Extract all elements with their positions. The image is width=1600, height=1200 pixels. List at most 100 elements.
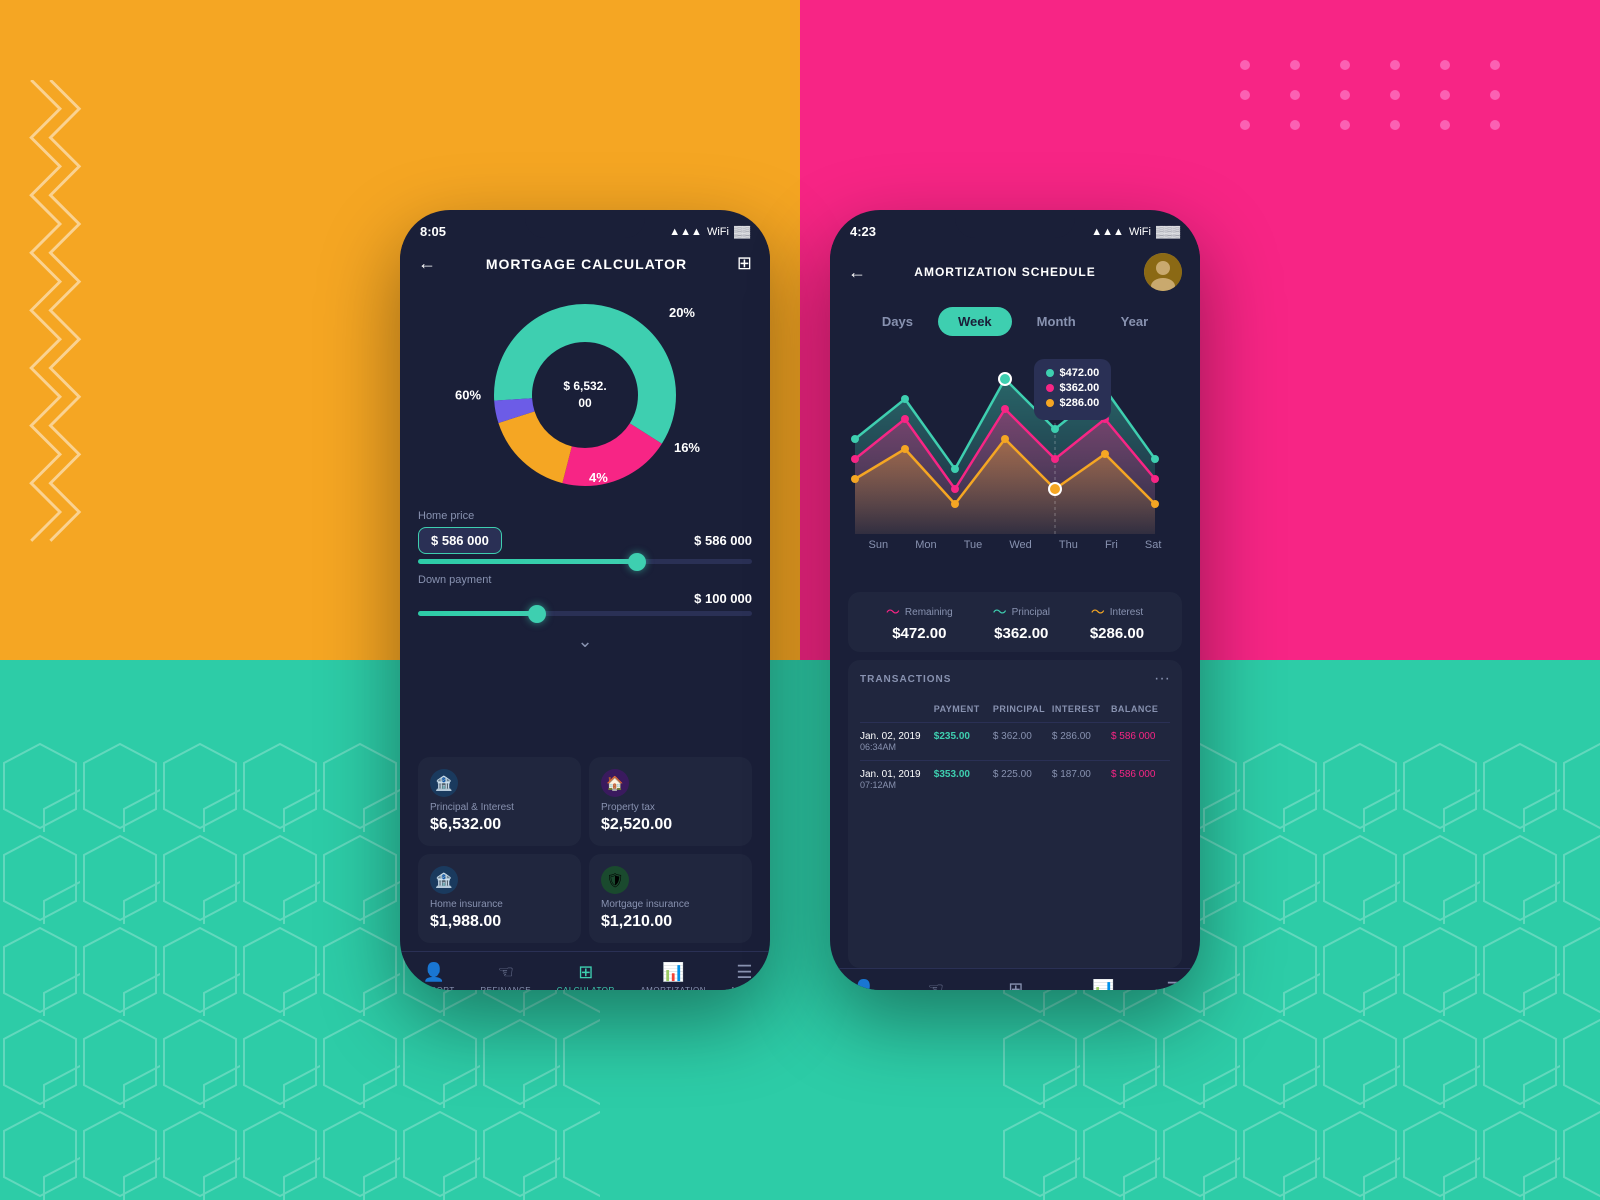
nav-calculator-left[interactable]: ⊞ CALCULATOR (557, 962, 615, 990)
col-header-date (860, 704, 934, 714)
transactions-title: TRANSACTIONS (860, 674, 951, 685)
card-home-insurance: 🏦 Home insurance $1,988.00 (418, 854, 581, 943)
donut-center-bg (533, 343, 637, 447)
legend-remaining-label-row: 〜 Remaining (886, 602, 953, 622)
amortization-icon-right: 📊 (1092, 979, 1114, 990)
transactions-menu-dots[interactable]: ··· (1154, 670, 1170, 688)
chart-dot (851, 475, 859, 483)
card-label-mort-ins: Mortgage insurance (601, 899, 740, 910)
slider-thumb-home[interactable] (628, 553, 646, 571)
legend-principal-label-row: 〜 Principal (993, 602, 1050, 622)
col-header-principal: Principal (993, 704, 1052, 714)
notch-right (955, 210, 1075, 238)
down-payment-amount: $ 100 000 (694, 591, 752, 606)
tab-month[interactable]: Month (1017, 307, 1096, 336)
bottom-nav-right: 👤 SUPPORT ☜ REFINANCE ⊞ CALCULATOR 📊 AMO… (830, 968, 1200, 990)
home-price-badge[interactable]: $ 586 000 (418, 527, 502, 554)
wave-icon-interest: 〜 (1091, 602, 1105, 622)
donut-center-cents: 00 (578, 396, 592, 410)
avatar-right (1144, 253, 1182, 291)
card-label-tax: Property tax (601, 802, 740, 813)
tooltip-row-3: $286.00 (1046, 397, 1100, 409)
wifi-icon: WiFi (707, 226, 729, 238)
card-label-home-ins: Home insurance (430, 899, 569, 910)
right-header-title: AMORTIZATION SCHEDULE (914, 265, 1095, 279)
period-tabs: Days Week Month Year (830, 299, 1200, 344)
status-icons-right: ▲▲▲ WiFi ▓▓▓ (1091, 226, 1180, 238)
tooltip-value-3: $286.00 (1060, 397, 1100, 409)
right-app-header: ← AMORTIZATION SCHEDULE (830, 245, 1200, 299)
nav-label-menu-l: MENU (732, 986, 758, 990)
expand-button[interactable]: ⌄ (418, 626, 752, 657)
slider-thumb-down[interactable] (528, 605, 546, 623)
nav-support-left[interactable]: 👤 SUPPORT (413, 962, 455, 990)
nav-menu-left[interactable]: ☰ MENU (732, 962, 758, 990)
chart-dot (1151, 475, 1159, 483)
notch (525, 210, 645, 238)
home-price-row: Home price $ 586 000 $ 586 000 (418, 510, 752, 564)
legend-value-remaining: $472.00 (892, 625, 946, 642)
donut-label-20: 20% (669, 305, 695, 320)
day-wed: Wed (1009, 539, 1031, 551)
tab-days[interactable]: Days (862, 307, 933, 336)
tab-year[interactable]: Year (1101, 307, 1168, 336)
chart-dot (951, 500, 959, 508)
nav-refinance-right[interactable]: ☜ REFINANCE (910, 979, 961, 990)
chart-dot-active (999, 373, 1011, 385)
chart-dot (1001, 435, 1009, 443)
legend-text-remaining: Remaining (905, 607, 953, 618)
donut-label-4: 4% (589, 470, 608, 485)
tx-date-text-2: Jan. 01, 2019 (860, 769, 934, 780)
card-property-tax: 🏠 Property tax $2,520.00 (589, 757, 752, 846)
tooltip-value-1: $472.00 (1060, 367, 1100, 379)
chart-days: Sun Mon Tue Wed Thu Fri Sat (845, 539, 1185, 551)
back-button-right[interactable]: ← (848, 262, 866, 283)
menu-icon-left: ☰ (736, 962, 752, 983)
home-price-value-row: $ 586 000 $ 586 000 (418, 527, 752, 554)
legend-principal: 〜 Principal $362.00 (993, 602, 1050, 642)
chart-dot (1001, 405, 1009, 413)
legend-remaining: 〜 Remaining $472.00 (886, 602, 953, 642)
nav-amortization-left[interactable]: 📊 AMORTIZATION (640, 962, 706, 990)
card-icon-mort-ins: 🛡 (601, 866, 629, 894)
back-button-left[interactable]: ← (418, 253, 436, 274)
legend-interest-label-row: 〜 Interest (1091, 602, 1143, 622)
legend-interest: 〜 Interest $286.00 (1090, 602, 1144, 642)
chart-dot (901, 395, 909, 403)
chart-svg (845, 349, 1185, 539)
calculator-icon-right: ⊞ (1008, 979, 1023, 990)
nav-amortization-right[interactable]: 📊 AMORTIZATION (1070, 979, 1136, 990)
left-phone-content: $ 6,532. 00 60% 20% 16% 4% Home price (400, 282, 770, 990)
nav-label-refinance: REFINaNce (480, 986, 531, 990)
nav-refinance-left[interactable]: ☜ REFINaNce (480, 962, 531, 990)
down-payment-slider[interactable] (418, 611, 752, 616)
cards-grid: 🏦 Principal & Interest $6,532.00 🏠 Prope… (400, 749, 770, 951)
inputs-section: Home price $ 586 000 $ 586 000 Down paym… (400, 502, 770, 749)
chart-dot (1051, 455, 1059, 463)
card-icon-principal: 🏦 (430, 769, 458, 797)
nav-menu-right[interactable]: ☰ MENU (1162, 979, 1188, 990)
tooltip-dot-2 (1046, 384, 1054, 392)
signal-icon-right: ▲▲▲ (1091, 226, 1124, 238)
nav-calculator-right[interactable]: ⊞ CALCULATOR (987, 979, 1045, 990)
wave-icon-principal: 〜 (993, 602, 1007, 622)
battery-icon: ▓▓ (734, 226, 750, 238)
transactions-section: TRANSACTIONS ··· Payment Principal Inter… (848, 660, 1182, 968)
donut-label-16: 16% (674, 440, 700, 455)
card-icon-home-ins: 🏦 (430, 866, 458, 894)
nav-support-right[interactable]: 👤 SUPPORT (843, 979, 885, 990)
home-price-slider[interactable] (418, 559, 752, 564)
status-time-right: 4:23 (850, 224, 876, 239)
legend-value-principal: $362.00 (994, 625, 1048, 642)
refinance-icon: ☜ (498, 962, 514, 983)
chart-dot (1051, 425, 1059, 433)
filter-button[interactable]: ⊞ (737, 253, 752, 274)
down-payment-label: Down payment (418, 574, 752, 586)
chart-area: $472.00 $362.00 $286.00 (830, 344, 1200, 584)
donut-wrapper: $ 6,532. 00 60% 20% 16% 4% (485, 295, 685, 495)
tx-balance-2: $ 586 000 (1111, 769, 1170, 790)
tab-week[interactable]: Week (938, 307, 1012, 336)
col-header-interest: Interest (1052, 704, 1111, 714)
menu-icon-right: ☰ (1166, 979, 1182, 990)
day-mon: Mon (915, 539, 936, 551)
